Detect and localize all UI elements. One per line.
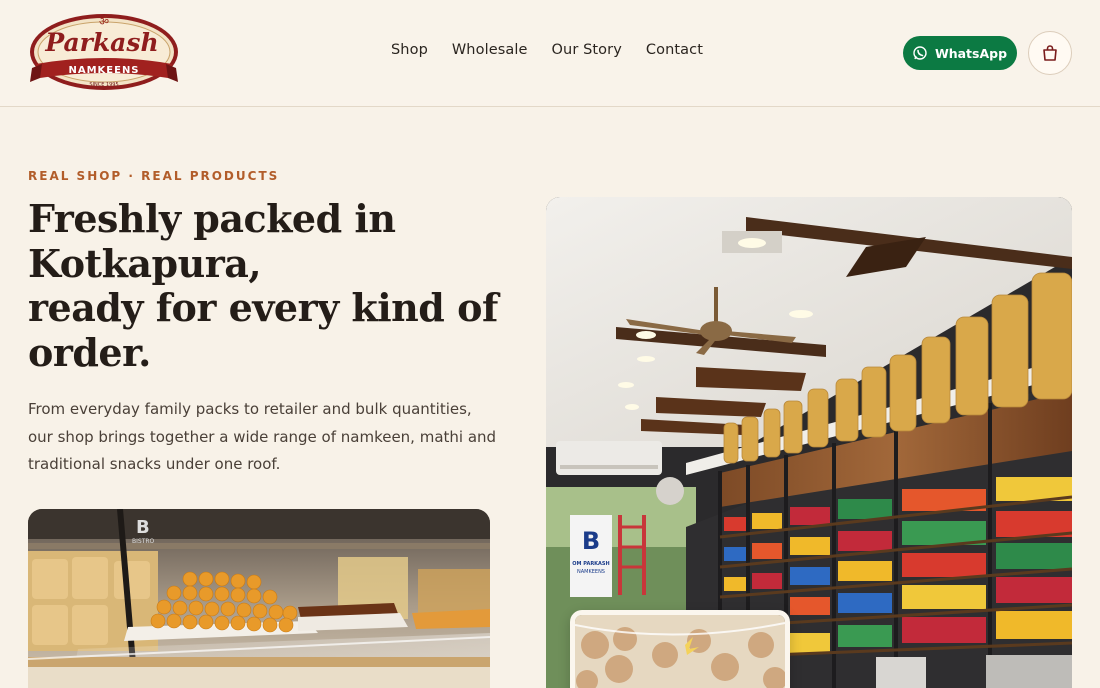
brand-subtitle: NAMKEENS (68, 65, 139, 76)
whatsapp-icon (913, 46, 927, 60)
hero-description: From everyday family packs to retailer a… (28, 400, 497, 473)
nav-our-story[interactable]: Our Story (552, 42, 622, 58)
nav-contact[interactable]: Contact (646, 42, 703, 58)
om-symbol: ॐ (99, 15, 109, 28)
headline-line-2: Kotkapura, (28, 240, 262, 286)
site-header: ॐ Parkash NAMKEENS SINCE 1995 Shop Whole… (0, 0, 1100, 107)
nav-shop[interactable]: Shop (391, 42, 428, 58)
whatsapp-button[interactable]: WhatsApp (903, 36, 1017, 70)
headline-line-1: Freshly packed in (28, 196, 396, 241)
hero-headline: Freshly packed in Kotkapura, ready for e… (28, 196, 498, 375)
brand-since: SINCE 1995 (89, 82, 118, 88)
store-sign-line-1: OM PARKASH (572, 561, 609, 567)
store-sign-line-2: NAMKEENS (577, 569, 605, 575)
headline-line-3: ready for every kind of (28, 285, 498, 330)
svg-text:B: B (582, 527, 600, 555)
brand-wordmark: Parkash (44, 28, 158, 57)
hero-eyebrow: REAL SHOP · REAL PRODUCTS (28, 169, 280, 183)
brand-logo[interactable]: ॐ Parkash NAMKEENS SINCE 1995 (28, 12, 180, 96)
cart-button[interactable] (1028, 31, 1072, 75)
main-nav: Shop Wholesale Our Story Contact (391, 42, 703, 58)
headline-line-4: order. (28, 329, 151, 375)
shopping-bag-icon (1041, 44, 1059, 62)
svg-text:B: B (136, 517, 150, 538)
sweets-counter-photo: B BISTRO (28, 509, 490, 688)
whatsapp-label: WhatsApp (934, 45, 1008, 61)
packed-snacks-inset-photo (570, 610, 790, 688)
nav-wholesale[interactable]: Wholesale (452, 42, 528, 58)
counter-sign: BISTRO (132, 538, 155, 545)
